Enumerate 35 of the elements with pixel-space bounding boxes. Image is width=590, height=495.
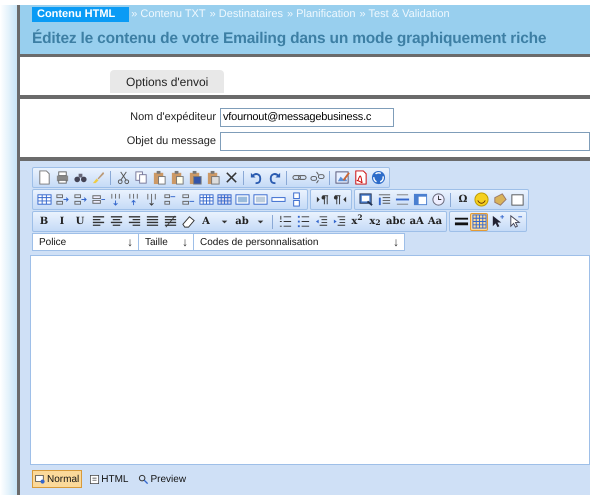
input-field[interactable] xyxy=(220,132,590,150)
smiley-icon[interactable] xyxy=(472,190,490,208)
field-label: Nom d'expéditeur xyxy=(129,110,217,125)
page-title: Éditez le contenu de votre Emailing dans un mode graphiquement riche xyxy=(32,28,548,49)
dropdown-arrow[interactable]: ↓ xyxy=(122,233,138,251)
format-button[interactable]: ab xyxy=(233,212,251,230)
mode-tab[interactable]: HTML xyxy=(86,470,132,488)
dropdown-label: Taille xyxy=(144,236,169,250)
tab[interactable]: Options d'envoi xyxy=(110,70,224,93)
format-button[interactable]: Ω xyxy=(454,190,472,208)
dropdown-label: Codes de personnalisation xyxy=(199,236,320,250)
picture-pencil-icon[interactable] xyxy=(333,168,351,186)
template-icon[interactable] xyxy=(357,190,375,208)
magnifier-icon xyxy=(138,474,150,484)
format-button[interactable]: A xyxy=(197,212,215,230)
help-icon[interactable] xyxy=(369,168,387,186)
mode-tab[interactable]: Normal xyxy=(32,470,82,488)
dropdown-arrow[interactable]: ↓ xyxy=(177,233,193,251)
format-button[interactable]: Aa xyxy=(426,212,444,230)
format-button[interactable]: x$^{2}$ xyxy=(348,212,366,230)
format-button[interactable]: x$_{2}$ xyxy=(366,212,384,230)
format-button[interactable]: B xyxy=(35,212,53,230)
unlink-icon[interactable] xyxy=(308,168,326,186)
grid-icon[interactable] xyxy=(470,212,488,230)
format-button[interactable]: U xyxy=(71,212,89,230)
input-field[interactable]: vfournout@messagebusiness.c xyxy=(220,108,394,126)
normal-mode-icon xyxy=(35,474,46,484)
mode-tab[interactable]: Preview xyxy=(135,470,190,488)
dropdown-arrow[interactable]: ↓ xyxy=(388,233,404,251)
format-button[interactable]: abc xyxy=(384,212,408,230)
format-button[interactable]: aA xyxy=(408,212,426,230)
dropdown-label: Police xyxy=(38,236,68,250)
format-button[interactable]: I xyxy=(53,212,71,230)
html-mode-icon xyxy=(89,474,100,484)
field-label: Objet du message xyxy=(126,134,217,149)
